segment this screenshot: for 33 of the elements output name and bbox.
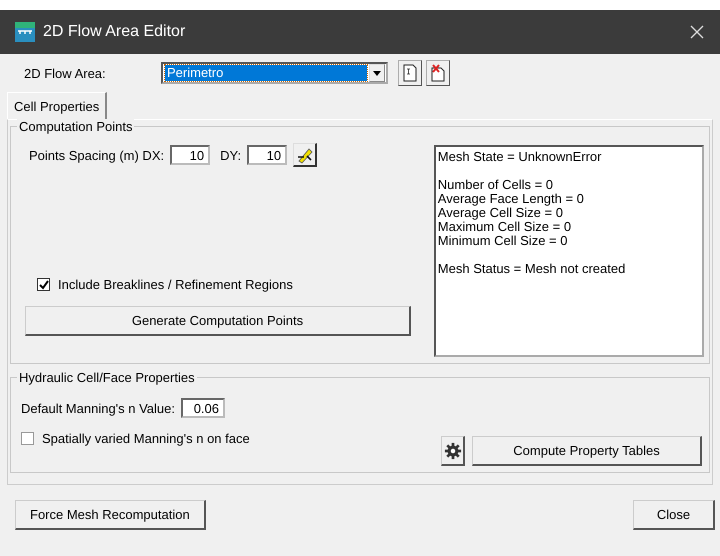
compute-button[interactable]: Compute Property Tables bbox=[472, 436, 702, 466]
dy-field[interactable]: 10 bbox=[247, 145, 288, 165]
close-icon[interactable] bbox=[690, 25, 704, 39]
checkbox-label: Include Breaklines / Refinement Regions bbox=[58, 277, 293, 292]
info-text: Number of Cells = 0 bbox=[438, 178, 554, 192]
checkbox-label: Spatially varied Manning's n on face bbox=[42, 431, 250, 446]
settings-icon[interactable] bbox=[441, 436, 465, 466]
info-text: Mesh Status = Mesh not created bbox=[438, 262, 626, 276]
field-label: DY: bbox=[220, 148, 242, 162]
close-button[interactable]: Close bbox=[633, 500, 715, 530]
delete-document-icon[interactable] bbox=[426, 60, 450, 86]
info-text: Average Face Length = 0 bbox=[438, 192, 585, 206]
checkbox[interactable] bbox=[37, 278, 50, 291]
group-title: Computation Points bbox=[17, 119, 134, 134]
dx-field[interactable]: 10 bbox=[170, 145, 210, 165]
info-text: Minimum Cell Size = 0 bbox=[438, 234, 568, 248]
field-label: Default Manning's n Value: bbox=[21, 400, 176, 416]
force-recompute-button[interactable]: Force Mesh Recomputation bbox=[15, 500, 206, 530]
field-label: 2D Flow Area: bbox=[24, 66, 107, 80]
window-title: 2D Flow Area Editor bbox=[43, 23, 186, 41]
field-label: Points Spacing (m) DX: bbox=[29, 148, 164, 162]
group-title: Hydraulic Cell/Face Properties bbox=[17, 370, 197, 385]
info-text: Mesh State = UnknownError bbox=[438, 150, 602, 164]
app-icon bbox=[15, 22, 35, 42]
generate-button[interactable]: Generate Computation Points bbox=[25, 306, 411, 336]
info-text: Average Cell Size = 0 bbox=[438, 206, 564, 220]
flow-area-dropdown[interactable]: Perimetro bbox=[161, 62, 388, 84]
new-document-icon[interactable] bbox=[398, 60, 422, 86]
tab[interactable]: Cell Properties bbox=[7, 92, 108, 119]
checkbox[interactable] bbox=[21, 432, 34, 445]
pencil-icon[interactable] bbox=[293, 143, 318, 167]
manning-field[interactable]: 0.06 bbox=[181, 398, 226, 418]
info-text: Maximum Cell Size = 0 bbox=[438, 220, 572, 234]
